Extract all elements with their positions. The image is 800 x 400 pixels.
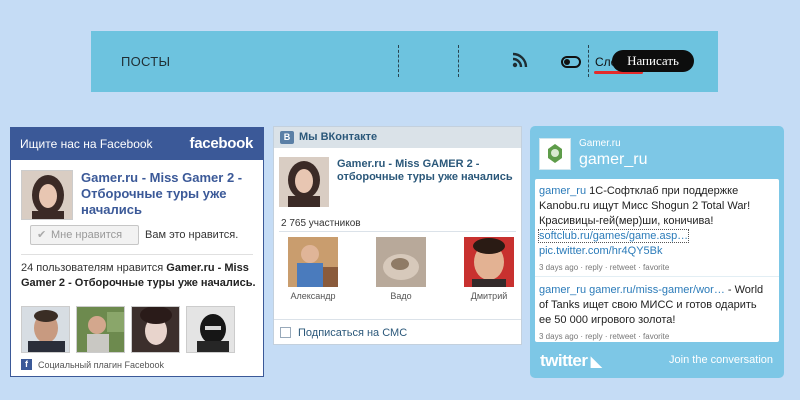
facebook-f-icon: f [21, 359, 32, 370]
page-name-link[interactable]: Gamer.ru - Miss Gamer 2 - Отборочные тур… [81, 170, 261, 218]
check-icon: ✔ [37, 229, 47, 241]
member-item[interactable]: Вадо [374, 237, 428, 301]
top-bar: ПОСТЫ Следить Написать [91, 31, 718, 92]
like-note: Вам это нравится. [145, 229, 239, 241]
vk-widget: В Мы ВКонтакте Gamer.ru - Miss GAMER 2 -… [273, 126, 522, 345]
members-list: Александр Вадо Дмитрий [286, 237, 516, 301]
tweet-link[interactable]: softclub.ru/games/game.asp… [537, 229, 690, 243]
bird-icon: ◣ [587, 353, 602, 369]
divider [535, 276, 779, 277]
tweet-link[interactable]: gamer.ru/miss-gamer/wor… [589, 284, 725, 296]
write-button[interactable]: Написать [612, 50, 694, 72]
liker-avatar[interactable] [76, 306, 125, 353]
page-name-link[interactable]: Gamer.ru - Miss GAMER 2 - отборочные тур… [337, 158, 517, 184]
twitter-logo-text: twitter [540, 351, 588, 370]
divider [21, 254, 253, 255]
facebook-header: Ищите нас на Facebook facebook [11, 128, 263, 160]
page-avatar[interactable] [279, 157, 329, 207]
liker-faces [21, 306, 235, 353]
tweet-author[interactable]: gamer_ru [539, 185, 586, 197]
members-count[interactable]: 2 765 участников [281, 218, 361, 229]
social-plugin-label[interactable]: Социальный плагин Facebook [38, 360, 164, 370]
sms-subscribe-label[interactable]: Подписаться на СМС [298, 327, 407, 339]
member-name: Вадо [390, 291, 412, 301]
account-handle[interactable]: gamer_ru [579, 151, 647, 169]
member-item[interactable]: Дмитрий [462, 237, 516, 301]
sms-subscribe[interactable]: Подписаться на СМС [274, 319, 521, 345]
account-name[interactable]: Gamer.ru [579, 138, 621, 149]
tweet-item: gamer_ru gamer.ru/miss-gamer/wor… - Worl… [539, 283, 771, 344]
member-name: Дмитрий [470, 291, 508, 301]
vk-logo-icon: В [280, 131, 294, 144]
tweet-item: gamer_ru 1С-Софтклаб при поддержке Kanob… [537, 184, 771, 275]
liker-avatar[interactable] [131, 306, 180, 353]
twitter-widget: Gamer.ru gamer_ru gamer_ru 1С-Софтклаб п… [530, 126, 784, 378]
twitter-logo[interactable]: twitter ◣ [540, 351, 602, 371]
facebook-header-title: Ищите нас на Facebook [20, 137, 153, 151]
account-avatar[interactable] [539, 138, 571, 170]
sms-checkbox[interactable] [280, 327, 291, 338]
rss-icon[interactable] [512, 52, 528, 68]
facebook-footer: f Социальный плагин Facebook [21, 359, 164, 370]
tweet-list: gamer_ru 1С-Софтклаб при поддержке Kanob… [535, 179, 779, 342]
like-button[interactable]: ✔ Мне нравится [30, 225, 139, 245]
member-avatar [464, 237, 514, 287]
tweet-link[interactable]: pic.twitter.com/hr4QY5Bk [539, 245, 663, 257]
divider [588, 45, 589, 77]
posts-label[interactable]: ПОСТЫ [121, 54, 170, 69]
divider [279, 231, 516, 232]
vk-header: В Мы ВКонтакте [274, 127, 521, 148]
toggle-icon[interactable] [561, 56, 581, 68]
liker-avatar[interactable] [21, 306, 70, 353]
divider [398, 45, 399, 77]
liker-avatar[interactable] [186, 306, 235, 353]
likers-prefix: 24 пользователям нравится [21, 262, 167, 274]
facebook-logo[interactable]: facebook [190, 135, 254, 152]
divider [458, 45, 459, 77]
facebook-widget: Ищите нас на Facebook facebook Gamer.ru … [10, 127, 264, 377]
likers-text: 24 пользователям нравится Gamer.ru - Mis… [21, 261, 261, 291]
tweet-meta[interactable]: 3 days ago · reply · retweet · favorite [539, 329, 771, 344]
page-avatar[interactable] [21, 170, 73, 220]
member-name: Александр [290, 291, 336, 301]
member-avatar [376, 237, 426, 287]
tweet-meta[interactable]: 3 days ago · reply · retweet · favorite [539, 260, 771, 275]
member-avatar [288, 237, 338, 287]
tweet-author[interactable]: gamer_ru [539, 284, 586, 296]
like-button-label: Мне нравится [51, 229, 123, 241]
join-conversation-link[interactable]: Join the conversation [669, 354, 773, 366]
vk-title[interactable]: Мы ВКонтакте [299, 131, 377, 143]
member-item[interactable]: Александр [286, 237, 340, 301]
